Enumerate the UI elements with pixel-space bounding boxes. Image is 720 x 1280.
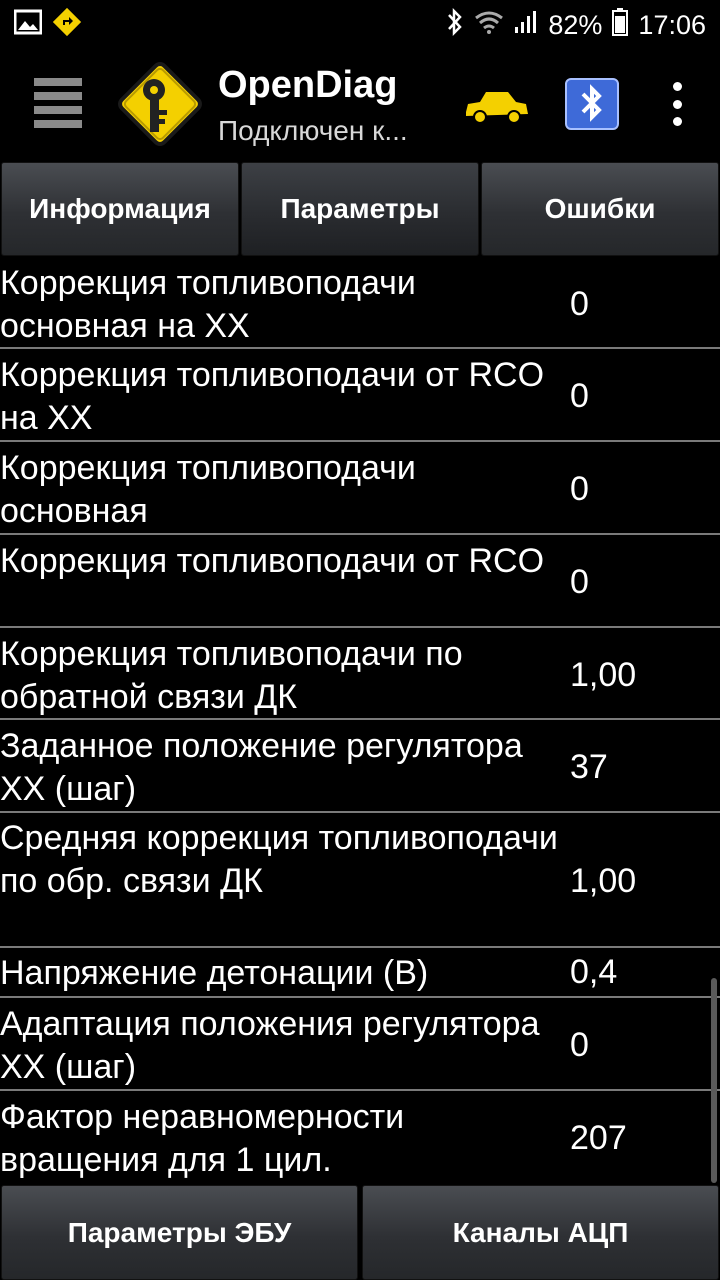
parameter-value: 0,4 [570,953,618,991]
adc-channels-button[interactable]: Каналы АЦП [362,1185,719,1280]
parameter-name: Коррекция топливоподачи от RCO на ХХ [0,356,545,437]
clock: 17:06 [638,9,706,40]
bottom-bar: Параметры ЭБУ Каналы АЦП [0,1183,720,1280]
app-bar: OpenDiag Подключен к... [0,50,720,160]
parameter-value: 0 [570,1026,589,1064]
signal-icon [514,10,538,41]
status-bar: 82% 17:06 [0,0,720,50]
parameter-value: 0 [570,470,589,508]
parameter-value: 0 [570,285,589,323]
list-item[interactable]: Коррекция топливоподачи основная на ХХ 0 [0,257,720,349]
connection-status: Подключен к... [218,115,408,146]
parameter-value: 207 [570,1119,627,1157]
image-icon [13,9,43,42]
list-item[interactable]: Адаптация положения регулятора ХХ (шаг) … [0,998,720,1091]
parameter-name: Коррекция топливоподачи основная на ХХ [0,264,416,345]
ecu-parameters-button[interactable]: Параметры ЭБУ [1,1185,358,1280]
wifi-icon [474,10,504,41]
battery-icon [612,7,629,43]
battery-percent: 82% [548,9,603,40]
list-item[interactable]: Коррекция топливоподачи по обратной связ… [0,628,720,720]
car-icon[interactable] [462,86,530,126]
list-item[interactable]: Фактор неравномерности вращения для 1 ци… [0,1091,720,1183]
parameter-value: 0 [570,563,589,601]
list-item[interactable]: Коррекция топливоподачи от RCO на ХХ 0 [0,349,720,442]
parameter-value: 37 [570,748,608,786]
parameter-name: Адаптация положения регулятора ХХ (шаг) [0,1005,540,1086]
app-title: OpenDiag [218,64,398,106]
overflow-menu-icon[interactable] [666,82,688,126]
bluetooth-icon [446,7,464,43]
parameter-name: Заданное положение регулятора ХХ (шаг) [0,727,523,808]
parameter-name: Средняя коррекция топливоподачи по обр. … [0,819,558,900]
list-item[interactable]: Коррекция топливоподачи основная 0 [0,442,720,535]
parameter-name: Коррекция топливоподачи от RCO [0,542,545,580]
parameter-name: Фактор неравномерности вращения для 1 ци… [0,1098,405,1179]
tab-errors[interactable]: Ошибки [481,162,719,256]
list-item[interactable]: Средняя коррекция топливоподачи по обр. … [0,813,720,948]
bluetooth-elm327-icon[interactable] [565,78,619,130]
tab-parameters[interactable]: Параметры [241,162,479,256]
parameter-name: Коррекция топливоподачи основная [0,449,416,530]
menu-icon[interactable] [34,78,82,128]
tab-information[interactable]: Информация [1,162,239,256]
parameter-name: Коррекция топливоподачи по обратной связ… [0,635,463,716]
scrollbar[interactable] [711,978,717,1183]
list-item[interactable]: Коррекция топливоподачи от RCO 0 [0,535,720,628]
navigation-icon [52,7,82,44]
parameter-value: 0 [570,377,589,415]
tab-bar: Информация Параметры Ошибки [0,160,720,257]
parameter-list[interactable]: Коррекция топливоподачи основная на ХХ 0… [0,257,720,1183]
key-logo-icon [108,52,212,156]
parameter-value: 1,00 [570,656,637,694]
parameter-value: 1,00 [570,862,637,900]
parameter-name: Напряжение детонации (В) [0,954,429,992]
list-item[interactable]: Заданное положение регулятора ХХ (шаг) 3… [0,720,720,813]
list-item[interactable]: Напряжение детонации (В) 0,4 [0,948,720,998]
